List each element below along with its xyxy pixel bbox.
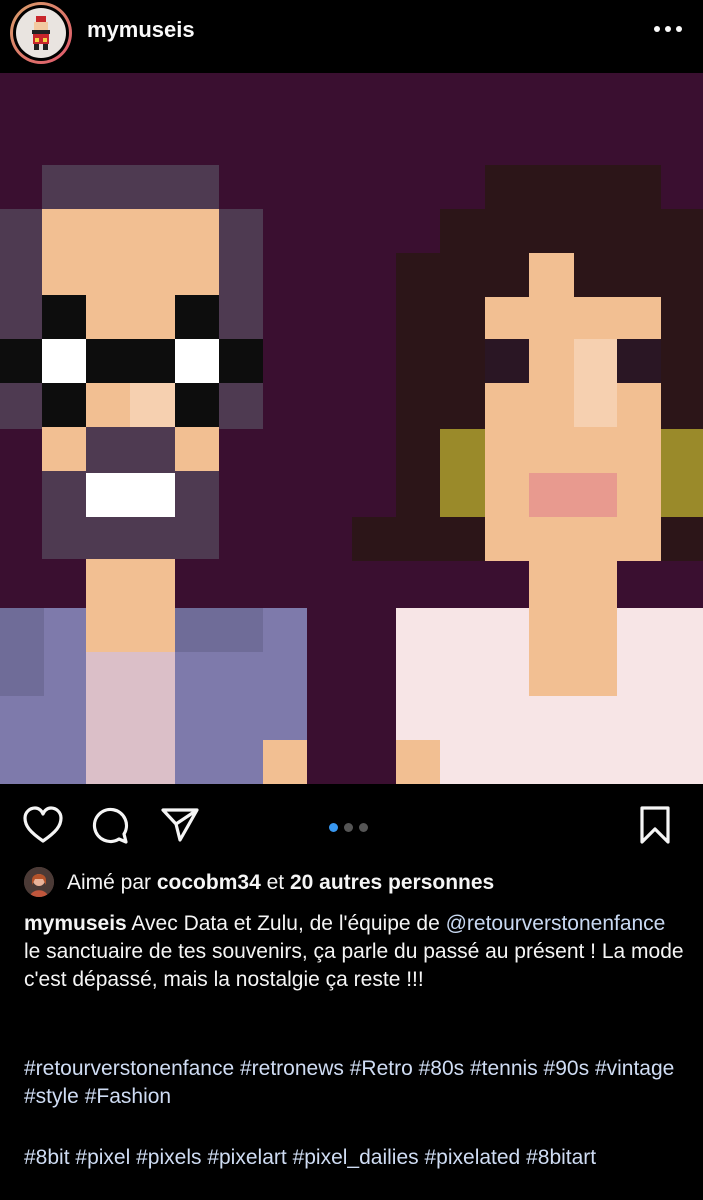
post-image[interactable] — [0, 73, 703, 784]
likes-prefix: Aimé par — [67, 871, 152, 894]
post-caption: mymuseis Avec Data et Zulu, de l'équipe … — [24, 910, 684, 994]
likes-count[interactable]: 20 autres personnes — [290, 871, 494, 894]
carousel-dot — [329, 823, 338, 832]
hashtag[interactable]: #Retro — [350, 1057, 413, 1080]
hashtag[interactable]: #8bit — [24, 1146, 70, 1169]
heart-icon[interactable] — [22, 806, 64, 844]
hashtag[interactable]: #pixelated — [425, 1146, 521, 1169]
caption-text: le sanctuaire de tes souvenirs, ça parle… — [24, 940, 684, 991]
post-username[interactable]: mymuseis — [87, 17, 195, 43]
paper-plane-icon[interactable] — [160, 806, 200, 844]
liker-avatar — [24, 867, 54, 897]
hashtag[interactable]: #pixels — [136, 1146, 201, 1169]
pixel-character-icon — [32, 16, 50, 50]
caption-username[interactable]: mymuseis — [24, 912, 127, 935]
hashtag[interactable]: #pixelart — [207, 1146, 286, 1169]
post-header: mymuseis — [0, 0, 703, 72]
hashtags-block: #retourverstonenfance #retronews #Retro … — [24, 1055, 684, 1111]
liker-username[interactable]: cocobm34 — [157, 871, 261, 894]
hashtag[interactable]: #retourverstonenfance — [24, 1057, 234, 1080]
hashtag[interactable]: #Fashion — [85, 1085, 171, 1108]
bookmark-icon[interactable] — [638, 805, 672, 845]
hashtag[interactable]: #retronews — [240, 1057, 344, 1080]
hashtag[interactable]: #90s — [544, 1057, 590, 1080]
carousel-dot — [344, 823, 353, 832]
hashtag[interactable]: #tennis — [470, 1057, 538, 1080]
likes-connector: et — [266, 871, 285, 894]
caption-text: Avec Data et Zulu, de l'équipe de — [131, 912, 440, 935]
carousel-dot — [359, 823, 368, 832]
likes-row[interactable]: Aimé par cocobm34 et 20 autres personnes — [24, 866, 684, 900]
hashtag[interactable]: #vintage — [595, 1057, 674, 1080]
hashtags-block: #8bit #pixel #pixels #pixelart #pixel_da… — [24, 1144, 684, 1172]
hashtag[interactable]: #pixel — [75, 1146, 130, 1169]
carousel-indicator — [329, 819, 374, 832]
comment-icon[interactable] — [90, 805, 130, 845]
hashtag[interactable]: #style — [24, 1085, 79, 1108]
hashtag[interactable]: #pixel_dailies — [293, 1146, 419, 1169]
caption-mention[interactable]: @retourverstonenfance — [446, 912, 666, 935]
more-horizontal-icon[interactable] — [650, 14, 686, 44]
profile-avatar[interactable] — [10, 2, 72, 64]
hashtag[interactable]: #8bitart — [526, 1146, 596, 1169]
hashtag[interactable]: #80s — [419, 1057, 465, 1080]
